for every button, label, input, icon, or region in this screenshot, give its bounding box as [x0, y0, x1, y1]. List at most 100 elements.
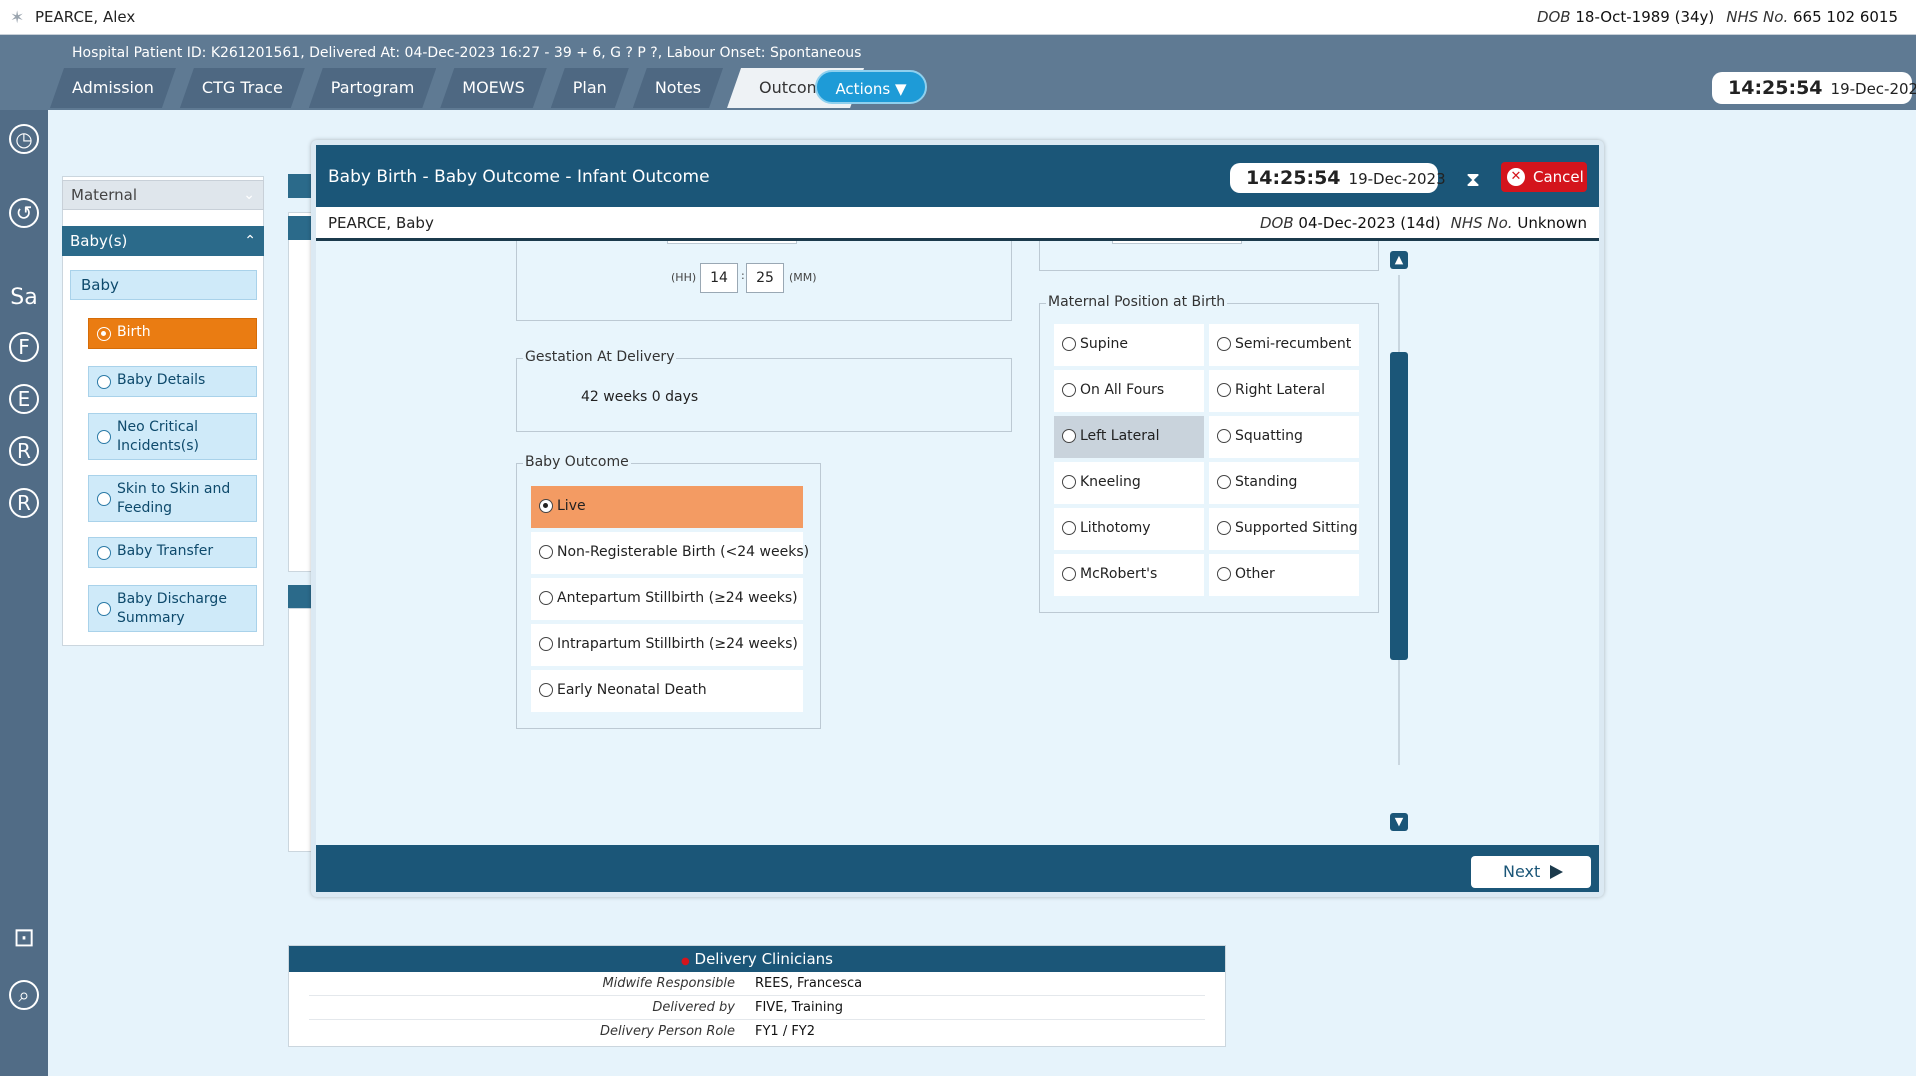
clinician-label: Delivered by — [652, 1000, 735, 1015]
pin-icon: ● — [681, 956, 690, 967]
radio-icon — [539, 683, 553, 697]
tab-moews[interactable]: MOEWS — [440, 68, 546, 108]
outcome-early-neonatal-death[interactable]: Early Neonatal Death — [531, 670, 803, 712]
search-icon[interactable]: ⌕ — [9, 980, 39, 1010]
baby-nhs-value: Unknown — [1517, 214, 1587, 232]
header-clock: 14:25:54 19-Dec-2023 — [1712, 72, 1916, 104]
outcome-antepartum-stillbirth[interactable]: Antepartum Stillbirth (≥24 weeks) — [531, 578, 803, 620]
presentation-icon[interactable]: ⊡ — [6, 920, 42, 956]
next-button[interactable]: Next — [1471, 856, 1591, 888]
nav-item-label: Neo Critical Incidents(s) — [117, 419, 199, 454]
rail-r1[interactable]: R — [9, 436, 39, 466]
actions-label: Actions — [835, 80, 891, 98]
radio-icon — [1062, 337, 1076, 351]
position-supported-sitting[interactable]: Supported Sitting — [1209, 508, 1359, 550]
nav-item-label: Skin to Skin and Feeding — [117, 481, 231, 516]
alarm-clock-icon[interactable]: ◷ — [9, 124, 39, 154]
filter-icon[interactable]: ⧗ — [1466, 167, 1480, 191]
position-mcroberts[interactable]: McRobert's — [1054, 554, 1204, 596]
radio-icon — [1217, 337, 1231, 351]
option-label: Kneeling — [1080, 474, 1141, 490]
clipped-field — [1112, 241, 1242, 244]
dialog-clock[interactable]: 14:25:54 19-Dec-2023 — [1230, 163, 1446, 193]
radio-icon — [97, 429, 111, 444]
position-left-lateral[interactable]: Left Lateral — [1054, 416, 1204, 458]
option-label: Intrapartum Stillbirth (≥24 weeks) — [557, 636, 798, 652]
rail-e[interactable]: E — [9, 384, 39, 414]
nav-item-birth[interactable]: Birth — [88, 318, 257, 349]
dialog-footer: Next — [316, 845, 1599, 892]
outcome-non-registerable[interactable]: Non-Registerable Birth (<24 weeks) — [531, 532, 809, 574]
nav-item-neo-critical[interactable]: Neo Critical Incidents(s) — [88, 413, 257, 460]
cancel-button[interactable]: ✕ Cancel — [1501, 162, 1587, 192]
position-squatting[interactable]: Squatting — [1209, 416, 1359, 458]
main-tabs: Admission CTG Trace Partogram MOEWS Plan… — [50, 68, 868, 108]
hour-input[interactable]: 14 — [700, 263, 738, 293]
babies-dropdown[interactable]: Baby(s) ⌃ — [62, 226, 264, 256]
nav-item-label: Baby Details — [117, 372, 206, 388]
outcome-intrapartum-stillbirth[interactable]: Intrapartum Stillbirth (≥24 weeks) — [531, 624, 803, 666]
star-icon: ✶ — [10, 8, 25, 28]
position-kneeling[interactable]: Kneeling — [1054, 462, 1204, 504]
radio-icon — [1217, 429, 1231, 443]
tab-notes[interactable]: Notes — [633, 68, 723, 108]
rail-r2[interactable]: R — [9, 488, 39, 518]
baby-dob-value: 04-Dec-2023 (14d) — [1298, 214, 1441, 232]
tab-ctg-trace[interactable]: CTG Trace — [180, 68, 305, 108]
radio-icon — [97, 491, 111, 506]
position-other[interactable]: Other — [1209, 554, 1359, 596]
dialog-clock-date: 19-Dec-2023 — [1348, 170, 1446, 188]
radio-icon — [1217, 567, 1231, 581]
tab-partogram[interactable]: Partogram — [309, 68, 437, 108]
maternal-dropdown[interactable]: Maternal ⌄ — [62, 180, 264, 210]
nav-item-discharge-summary[interactable]: Baby Discharge Summary — [88, 585, 257, 632]
position-right-lateral[interactable]: Right Lateral — [1209, 370, 1359, 412]
scrollbar-thumb[interactable] — [1390, 352, 1408, 660]
actions-button[interactable]: Actions ▼ — [815, 70, 927, 104]
baby-dob-label: DOB — [1259, 214, 1294, 232]
dob-label: DOB — [1536, 8, 1571, 26]
minute-input[interactable]: 25 — [746, 263, 784, 293]
radio-icon — [97, 601, 111, 616]
clock-time: 14:25:54 — [1728, 77, 1823, 99]
tab-plan[interactable]: Plan — [551, 68, 629, 108]
scroll-up-button[interactable]: ▲ — [1390, 251, 1408, 269]
radio-icon — [1062, 383, 1076, 397]
clipped-group — [1039, 241, 1379, 271]
position-supine[interactable]: Supine — [1054, 324, 1204, 366]
radio-icon — [1217, 383, 1231, 397]
nav-baby[interactable]: Baby — [70, 270, 257, 300]
maternal-position-legend: Maternal Position at Birth — [1046, 294, 1228, 310]
clinician-value: FIVE, Training — [755, 1000, 843, 1015]
clinician-value: FY1 / FY2 — [755, 1024, 816, 1039]
chevron-down-icon: ▼ — [895, 80, 907, 98]
nav-item-baby-transfer[interactable]: Baby Transfer — [88, 537, 257, 568]
scroll-down-button[interactable]: ▼ — [1390, 813, 1408, 831]
position-on-all-fours[interactable]: On All Fours — [1054, 370, 1204, 412]
nav-item-label: Baby Discharge Summary — [117, 591, 227, 626]
history-clock-icon[interactable]: ↺ — [9, 198, 39, 228]
tab-admission[interactable]: Admission — [50, 68, 176, 108]
option-label: On All Fours — [1080, 382, 1165, 398]
close-circle-icon: ✕ — [1507, 168, 1525, 186]
patient-demographics: DOB 18-Oct-1989 (34y) NHS No. 665 102 601… — [1537, 8, 1898, 26]
outcome-live[interactable]: Live — [531, 486, 803, 528]
rail-f[interactable]: F — [9, 332, 39, 362]
position-standing[interactable]: Standing — [1209, 462, 1359, 504]
dialog-title: Baby Birth - Baby Outcome - Infant Outco… — [328, 167, 710, 187]
baby-name: PEARCE, Baby — [328, 214, 434, 232]
nav-item-skin-to-skin[interactable]: Skin to Skin and Feeding — [88, 475, 257, 522]
hh-label: (HH) — [671, 271, 697, 284]
baby-demographics: DOB 04-Dec-2023 (14d) NHS No. Unknown — [1260, 207, 1587, 239]
radio-icon — [1217, 521, 1231, 535]
position-lithotomy[interactable]: Lithotomy — [1054, 508, 1204, 550]
baby-outcome-group: Baby Outcome Live Non-Registerable Birth… — [516, 454, 821, 729]
position-semi-recumbent[interactable]: Semi-recumbent — [1209, 324, 1359, 366]
clinician-label: Delivery Person Role — [600, 1024, 735, 1039]
rail-sa[interactable]: Sa — [6, 280, 42, 316]
gestation-group: Gestation At Delivery 42 weeks 0 days — [516, 349, 1012, 432]
option-label: Non-Registerable Birth (<24 weeks) — [557, 544, 810, 560]
nav-item-baby-details[interactable]: Baby Details — [88, 366, 257, 397]
delivery-clinicians-title: Delivery Clinicians — [694, 950, 833, 968]
maternal-label: Maternal — [71, 186, 138, 204]
